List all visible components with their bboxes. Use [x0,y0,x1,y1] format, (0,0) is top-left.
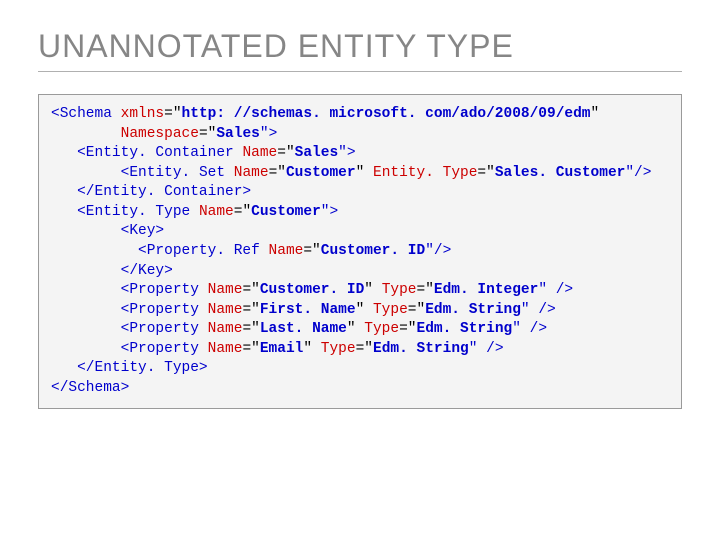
code-line: </Schema> [51,379,669,399]
code-line: <Entity. Type Name="Customer"> [51,203,669,223]
code-line: </Entity. Type> [51,359,669,379]
code-line: </Entity. Container> [51,183,669,203]
code-line: <Entity. Container Name="Sales"> [51,144,669,164]
code-line: </Key> [51,262,669,282]
code-line: <Property Name="Email" Type="Edm. String… [51,340,669,360]
code-line: <Schema xmlns="http: //schemas. microsof… [51,105,669,125]
code-line: <Property Name="First. Name" Type="Edm. … [51,301,669,321]
code-line: <Property Name="Customer. ID" Type="Edm.… [51,281,669,301]
code-block: <Schema xmlns="http: //schemas. microsof… [38,94,682,409]
code-line: <Property. Ref Name="Customer. ID"/> [51,242,669,262]
slide-title: UNANNOTATED ENTITY TYPE [38,28,682,72]
slide: UNANNOTATED ENTITY TYPE <Schema xmlns="h… [0,0,720,409]
code-line: <Key> [51,222,669,242]
code-line: <Entity. Set Name="Customer" Entity. Typ… [51,164,669,184]
code-line: Namespace="Sales"> [51,125,669,145]
code-line: <Property Name="Last. Name" Type="Edm. S… [51,320,669,340]
